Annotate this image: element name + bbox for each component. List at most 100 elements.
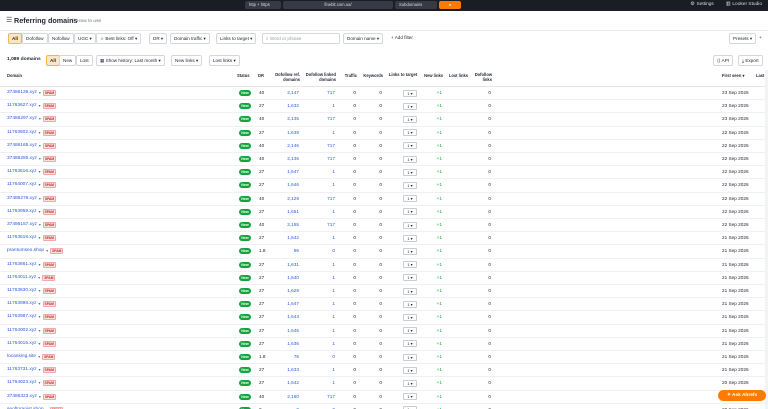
chevron-down-icon[interactable]: ▾ (39, 394, 41, 400)
chevron-down-icon[interactable]: ▾ (39, 143, 41, 149)
links-to-target-dropdown[interactable]: 1 ▾ (403, 142, 417, 150)
target-url-input[interactable]: fineblt.com.ua/ (283, 1, 393, 9)
chevron-down-icon[interactable]: ▾ (39, 235, 41, 241)
ask-ahrefs-button[interactable]: ✦ Ask Ahrefs (718, 390, 766, 401)
tab-new[interactable]: New (59, 55, 77, 66)
chevron-down-icon[interactable]: ▾ (39, 209, 41, 215)
dofollow-linked-value[interactable]: 717 (302, 143, 335, 149)
dofollow-ref-value[interactable]: 1,642 (268, 380, 299, 386)
dofollow-linked-value[interactable]: 1 (302, 367, 335, 373)
search-button[interactable]: ⌕ (439, 1, 461, 9)
links-to-target-dropdown[interactable]: 1 ▾ (403, 181, 417, 189)
links-to-target-dropdown[interactable]: 1 ▾ (403, 287, 417, 295)
col-lost-links[interactable]: Lost links (444, 73, 468, 78)
dofollow-ref-value[interactable]: 96 (268, 248, 299, 254)
new-links-value[interactable]: +1 (425, 354, 442, 360)
dofollow-ref-value[interactable]: 1,647 (268, 301, 299, 307)
domain-link[interactable]: 37486157.xyz ▾ SPAM (7, 222, 57, 228)
domain-link[interactable]: 11763518.xyz ▾ SPAM (7, 235, 56, 242)
domain-link[interactable]: 11763987.xyz ▾ SPAM (7, 314, 56, 321)
new-links-value[interactable]: +1 (425, 328, 442, 334)
links-to-target-dropdown[interactable]: 1 ▾ (403, 115, 417, 123)
domain-link[interactable]: locanking.site ▾ SPAM (7, 354, 56, 360)
chevron-down-icon[interactable]: ▾ (39, 341, 41, 347)
sidebar-toggle-icon[interactable]: ☰ (6, 16, 12, 24)
dofollow-ref-value[interactable]: 1,639 (268, 130, 299, 136)
filter-nofollow[interactable]: Nofollow (48, 33, 74, 44)
dofollow-linked-value[interactable]: 717 (302, 156, 335, 162)
chevron-down-icon[interactable]: ▾ (39, 116, 41, 122)
dofollow-linked-value[interactable]: 1 (302, 262, 335, 268)
links-to-target-dropdown[interactable]: 1 ▾ (403, 313, 417, 321)
dofollow-linked-value[interactable]: 0 (302, 354, 335, 360)
search-input[interactable]: ⌕ Word or phrase (262, 33, 340, 44)
protocol-select[interactable]: http + https (245, 1, 281, 9)
col-traffic[interactable]: Traffic (338, 73, 357, 78)
domain-link[interactable]: 37486135.xyz ▾ SPAM (7, 90, 57, 96)
col-first-seen[interactable]: First seen ▾ (722, 73, 745, 78)
add-filter-button[interactable]: + Add filter (388, 33, 416, 44)
domain-link[interactable]: 11764011.xyz ▾ SPAM (7, 274, 56, 281)
dofollow-linked-value[interactable]: 1 (302, 341, 335, 347)
filter-dofollow[interactable]: Dofollow (22, 33, 48, 44)
chevron-down-icon[interactable]: ▾ (39, 301, 41, 307)
links-to-target-dropdown[interactable]: 1 ▾ (403, 129, 417, 137)
history-select[interactable]: ▦ Show history: Last month ▾ (96, 55, 165, 66)
new-links-value[interactable]: +1 (425, 394, 442, 400)
dofollow-ref-value[interactable]: 1,642 (268, 235, 299, 241)
dofollow-linked-value[interactable]: 1 (302, 235, 335, 241)
domain-link[interactable]: 37486323.xyz ▾ SPAM (7, 393, 57, 400)
settings-button[interactable]: ⚙ Settings (690, 1, 714, 9)
dofollow-linked-value[interactable]: 1 (302, 301, 335, 307)
dofollow-ref-value[interactable]: 1,646 (268, 182, 299, 188)
dofollow-linked-value[interactable]: 717 (302, 394, 335, 400)
domain-link[interactable]: 11764015.xyz ▾ SPAM (7, 340, 56, 347)
dofollow-ref-value[interactable]: 1,629 (268, 288, 299, 294)
chevron-down-icon[interactable]: ▾ (39, 103, 41, 109)
domain-link[interactable]: 11763630.xyz ▾ SPAM (7, 288, 56, 294)
dofollow-linked-value[interactable]: 717 (302, 196, 335, 202)
links-to-target-dropdown[interactable]: 1 ▾ (403, 155, 417, 163)
chevron-down-icon[interactable]: ▾ (39, 288, 41, 294)
col-dr[interactable]: DR (258, 73, 264, 78)
chevron-down-icon[interactable]: ▾ (38, 354, 40, 360)
export-button[interactable]: ⤓ Export (738, 55, 763, 66)
domain-link[interactable]: 37486276.xyz ▾ SPAM (7, 195, 57, 202)
best-links-toggle[interactable]: ☆ Best links: Off ▾ (96, 33, 142, 44)
new-links-value[interactable]: +1 (425, 143, 442, 149)
domain-link[interactable]: 11763616.xyz ▾ SPAM (7, 169, 56, 176)
domain-link[interactable]: prantumseo.shop ▾ SPAM (7, 248, 64, 255)
chevron-down-icon[interactable]: ▾ (39, 196, 41, 202)
dofollow-ref-value[interactable]: 1,632 (268, 103, 299, 109)
new-links-value[interactable]: +1 (425, 262, 442, 268)
new-links-value[interactable]: +1 (425, 275, 442, 281)
filter-ugc[interactable]: UGC ▾ (74, 33, 96, 44)
new-links-value[interactable]: +1 (425, 209, 442, 215)
new-links-value[interactable]: +1 (425, 130, 442, 136)
chevron-down-icon[interactable]: ▾ (39, 314, 41, 320)
tab-all[interactable]: All (46, 55, 60, 66)
col-new-links[interactable]: New links (418, 73, 443, 78)
new-links-value[interactable]: +1 (425, 367, 442, 373)
dofollow-ref-value[interactable]: 2,147 (268, 90, 299, 96)
new-links-value[interactable]: +1 (425, 235, 442, 241)
tab-lost[interactable]: Lost (76, 55, 93, 66)
new-links-value[interactable]: +1 (425, 380, 442, 386)
chevron-down-icon[interactable]: ▾ (39, 169, 41, 175)
dofollow-ref-value[interactable]: 2,155 (268, 222, 299, 228)
filter-all[interactable]: All (8, 33, 22, 44)
new-links-value[interactable]: +1 (425, 156, 442, 162)
col-dofollow-linked[interactable]: Dofollow linked domains (302, 72, 336, 82)
domain-link[interactable]: 11764002.xyz ▾ SPAM (7, 327, 56, 334)
col-domain[interactable]: Domain (7, 73, 22, 78)
dofollow-linked-value[interactable]: 1 (302, 314, 335, 320)
links-to-target-dropdown[interactable]: 1 ▾ (403, 168, 417, 176)
how-to-use-link[interactable]: ⓘ How to use (71, 17, 101, 24)
new-links-value[interactable]: +1 (425, 248, 442, 254)
add-preset-icon[interactable]: + (756, 33, 765, 44)
links-to-target-dropdown[interactable]: 1 ▾ (403, 261, 417, 269)
domain-link[interactable]: 37486297.xyz ▾ SPAM (7, 116, 57, 123)
mode-select[interactable]: Subdomains (395, 1, 437, 9)
domain-link[interactable]: 11763602.xyz ▾ SPAM (7, 129, 56, 136)
domain-link[interactable]: 11763661.xyz ▾ SPAM (7, 261, 56, 268)
